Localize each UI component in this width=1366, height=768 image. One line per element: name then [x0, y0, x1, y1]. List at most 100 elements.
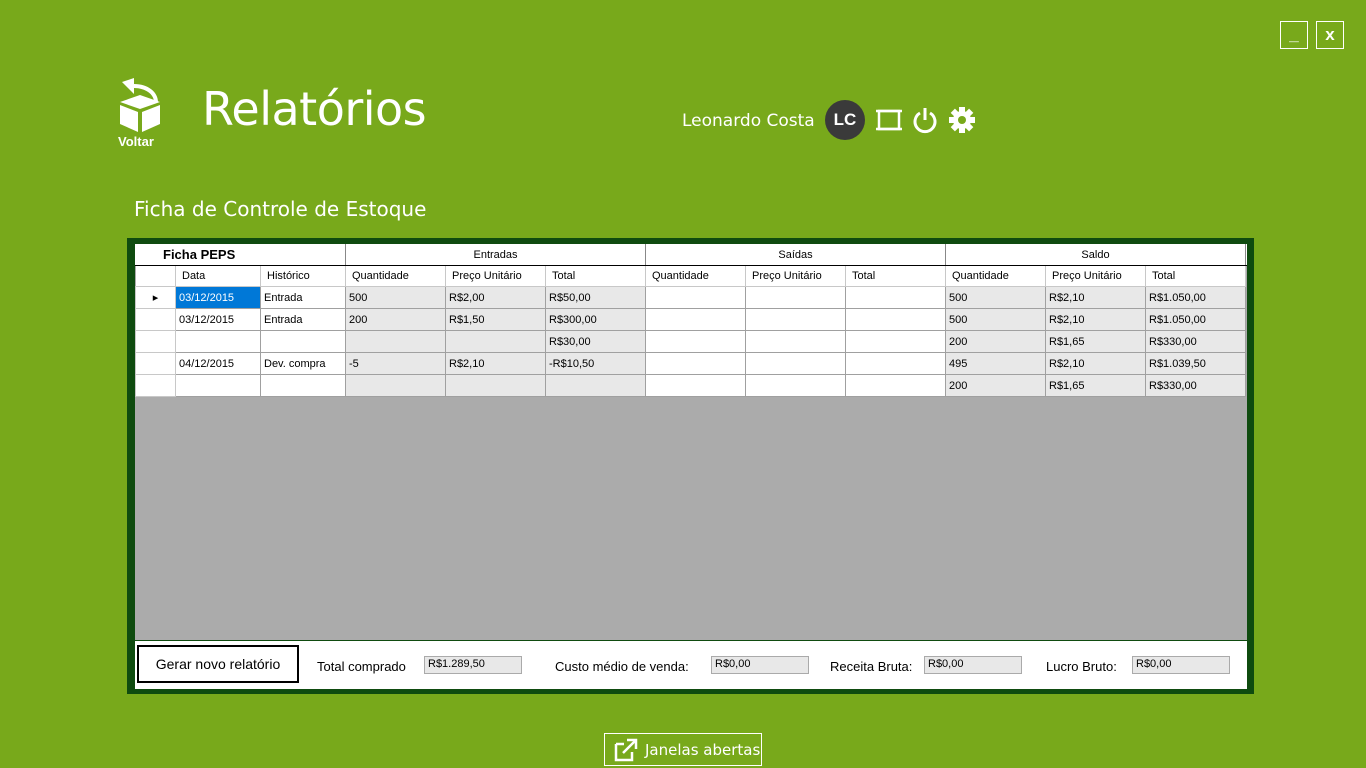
minimize-button[interactable]: _	[1280, 21, 1308, 49]
table-cell[interactable]	[745, 308, 846, 331]
col-saldo-total[interactable]: Total	[1145, 266, 1246, 287]
back-box-icon	[120, 78, 160, 132]
table-cell[interactable]	[645, 352, 746, 375]
avatar[interactable]: LC	[825, 100, 865, 140]
stock-grid[interactable]: Ficha PEPS Entradas Saídas Saldo Data Hi…	[135, 244, 1247, 640]
table-cell[interactable]: Entrada	[260, 286, 346, 309]
table-row[interactable]: 04/12/2015 Dev. compra -5 R$2,10 -R$10,5…	[135, 352, 1246, 375]
total-comprado-field[interactable]: R$1.289,50	[424, 656, 522, 674]
table-cell[interactable]	[445, 374, 546, 397]
row-header[interactable]	[135, 352, 176, 375]
receita-bruta-field[interactable]: R$0,00	[924, 656, 1022, 674]
gear-icon[interactable]	[948, 105, 976, 135]
group-saidas: Saídas	[646, 244, 946, 265]
table-row[interactable]: 200 R$1,65 R$330,00	[135, 374, 1246, 397]
table-cell[interactable]: R$1.050,00	[1145, 286, 1246, 309]
custo-medio-field[interactable]: R$0,00	[711, 656, 809, 674]
table-cell[interactable]: Dev. compra	[260, 352, 346, 375]
table-cell[interactable]: 200	[345, 308, 446, 331]
table-cell[interactable]: R$1.050,00	[1145, 308, 1246, 331]
table-cell[interactable]	[645, 374, 746, 397]
table-cell[interactable]: 500	[945, 286, 1046, 309]
table-cell[interactable]	[175, 374, 261, 397]
table-cell[interactable]	[845, 308, 946, 331]
col-data[interactable]: Data	[175, 266, 261, 287]
table-cell[interactable]	[445, 330, 546, 353]
col-saldo-quantidade[interactable]: Quantidade	[945, 266, 1046, 287]
table-cell[interactable]: -5	[345, 352, 446, 375]
stock-table[interactable]: Data Histórico Quantidade Preço Unitário…	[135, 266, 1246, 397]
table-cell[interactable]: R$1,65	[1045, 374, 1146, 397]
table-cell[interactable]: R$2,00	[445, 286, 546, 309]
table-cell[interactable]: R$300,00	[545, 308, 646, 331]
table-cell[interactable]: R$2,10	[1045, 352, 1146, 375]
table-cell[interactable]	[645, 330, 746, 353]
col-entradas-quantidade[interactable]: Quantidade	[345, 266, 446, 287]
col-saidas-quantidade[interactable]: Quantidade	[645, 266, 746, 287]
table-cell[interactable]: 03/12/2015	[175, 286, 261, 309]
col-saidas-total[interactable]: Total	[845, 266, 946, 287]
open-windows-button[interactable]: Janelas abertas	[604, 733, 762, 766]
table-cell[interactable]: R$1,50	[445, 308, 546, 331]
col-saidas-preco[interactable]: Preço Unitário	[745, 266, 846, 287]
table-cell[interactable]: R$1,65	[1045, 330, 1146, 353]
table-cell[interactable]	[745, 352, 846, 375]
table-cell[interactable]: 495	[945, 352, 1046, 375]
table-cell[interactable]	[745, 286, 846, 309]
group-ficha-peps: Ficha PEPS	[135, 244, 346, 265]
receita-bruta-label: Receita Bruta:	[830, 659, 913, 674]
table-cell[interactable]: R$2,10	[445, 352, 546, 375]
power-icon[interactable]	[911, 105, 939, 135]
back-button[interactable]: Voltar	[114, 76, 166, 152]
table-cell[interactable]	[545, 374, 646, 397]
table-cell[interactable]: -R$10,50	[545, 352, 646, 375]
col-entradas-total[interactable]: Total	[545, 266, 646, 287]
table-cell[interactable]: R$30,00	[545, 330, 646, 353]
current-row-arrow-icon[interactable]: ▸	[135, 286, 176, 309]
col-saldo-preco[interactable]: Preço Unitário	[1045, 266, 1146, 287]
lucro-bruto-label: Lucro Bruto:	[1046, 659, 1117, 674]
table-row[interactable]: 03/12/2015 Entrada 200 R$1,50 R$300,00 5…	[135, 308, 1246, 331]
table-cell[interactable]	[845, 286, 946, 309]
back-label: Voltar	[118, 134, 154, 149]
close-button[interactable]: x	[1316, 21, 1344, 49]
generate-report-button[interactable]: Gerar novo relatório	[137, 645, 299, 683]
table-cell[interactable]	[645, 286, 746, 309]
col-historico[interactable]: Histórico	[260, 266, 346, 287]
table-cell[interactable]	[260, 374, 346, 397]
table-cell[interactable]: Entrada	[260, 308, 346, 331]
fullscreen-icon[interactable]	[875, 105, 903, 135]
table-cell[interactable]: R$2,10	[1045, 308, 1146, 331]
table-cell[interactable]: 03/12/2015	[175, 308, 261, 331]
row-header[interactable]	[135, 330, 176, 353]
table-cell[interactable]: 04/12/2015	[175, 352, 261, 375]
table-cell[interactable]	[645, 308, 746, 331]
table-cell[interactable]	[745, 330, 846, 353]
row-header[interactable]	[135, 374, 176, 397]
table-cell[interactable]	[345, 374, 446, 397]
table-cell[interactable]	[845, 374, 946, 397]
table-cell[interactable]	[845, 352, 946, 375]
table-cell[interactable]: R$2,10	[1045, 286, 1146, 309]
table-cell[interactable]: R$330,00	[1145, 374, 1246, 397]
table-cell[interactable]	[260, 330, 346, 353]
table-cell[interactable]: R$50,00	[545, 286, 646, 309]
table-cell[interactable]: R$330,00	[1145, 330, 1246, 353]
column-header-row: Data Histórico Quantidade Preço Unitário…	[135, 266, 1246, 287]
lucro-bruto-field[interactable]: R$0,00	[1132, 656, 1230, 674]
row-header[interactable]	[135, 308, 176, 331]
table-cell[interactable]	[845, 330, 946, 353]
table-cell[interactable]: 500	[945, 308, 1046, 331]
total-comprado-label: Total comprado	[317, 659, 406, 674]
table-row[interactable]: R$30,00 200 R$1,65 R$330,00	[135, 330, 1246, 353]
table-row[interactable]: ▸ 03/12/2015 Entrada 500 R$2,00 R$50,00 …	[135, 286, 1246, 309]
table-cell[interactable]	[175, 330, 261, 353]
col-entradas-preco[interactable]: Preço Unitário	[445, 266, 546, 287]
table-cell[interactable]: 200	[945, 374, 1046, 397]
table-cell[interactable]	[745, 374, 846, 397]
table-cell[interactable]: 500	[345, 286, 446, 309]
table-cell[interactable]: 200	[945, 330, 1046, 353]
report-frame: Ficha PEPS Entradas Saídas Saldo Data Hi…	[127, 238, 1254, 694]
table-cell[interactable]	[345, 330, 446, 353]
table-cell[interactable]: R$1.039,50	[1145, 352, 1246, 375]
